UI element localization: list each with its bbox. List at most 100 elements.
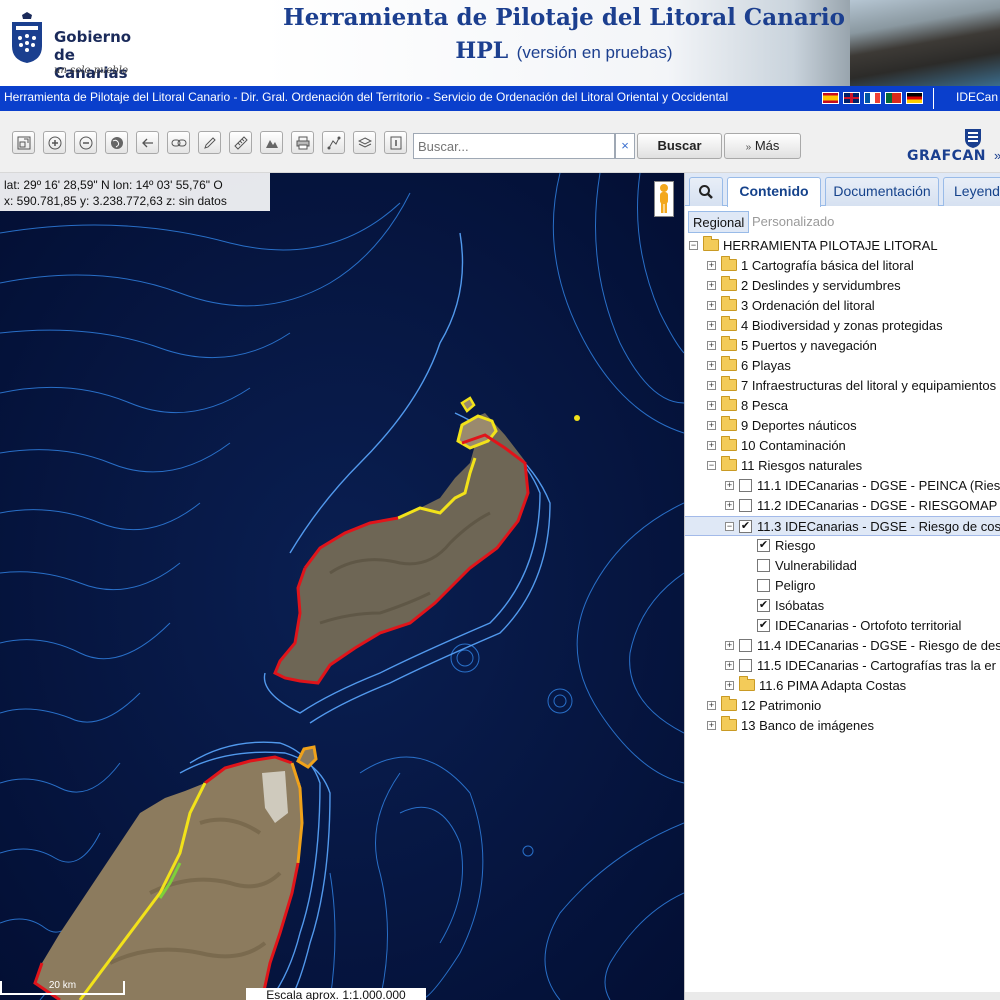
tree-row[interactable]: Vulnerabilidad (685, 556, 1000, 576)
idecanarias-link[interactable]: IDECan (956, 90, 998, 104)
folder-icon (721, 316, 737, 331)
expand-icon[interactable]: + (707, 721, 716, 730)
tree-row-label: 11 Riesgos naturales (741, 458, 863, 473)
layer-checkbox[interactable]: ✔ (757, 539, 770, 552)
pencil-icon[interactable] (198, 131, 221, 154)
subtab-regional[interactable]: Regional (688, 211, 750, 233)
tree-row[interactable]: +3 Ordenación del litoral (685, 296, 1000, 316)
expand-icon[interactable]: + (725, 641, 734, 650)
tree-row-label: Peligro (775, 578, 816, 593)
street-view-pegman-icon[interactable] (654, 181, 674, 217)
tree-row[interactable]: +6 Playas (685, 356, 1000, 376)
tree-row[interactable]: +8 Pesca (685, 396, 1000, 416)
tree-row[interactable]: +7 Infraestructuras del litoral y equipa… (685, 376, 1000, 396)
flag-de-icon[interactable] (906, 92, 923, 104)
tree-row[interactable]: ✔ Isóbatas (685, 596, 1000, 616)
collapse-icon[interactable]: − (725, 522, 734, 531)
tree-row[interactable]: +4 Biodiversidad y zonas protegidas (685, 316, 1000, 336)
search-tab[interactable] (689, 177, 723, 206)
tree-row[interactable]: +5 Puertos y navegación (685, 336, 1000, 356)
expand-icon[interactable]: + (725, 501, 734, 510)
tree-row[interactable]: +11.4 IDECanarias - DGSE - Riesgo de des (685, 636, 1000, 656)
tree-row[interactable]: +10 Contaminación (685, 436, 1000, 456)
tree-row[interactable]: +12 Patrimonio (685, 696, 1000, 716)
expand-icon[interactable]: + (707, 301, 716, 310)
expand-icon[interactable]: + (707, 261, 716, 270)
layer-checkbox[interactable]: ✔ (739, 520, 752, 533)
search-button[interactable]: Buscar (637, 133, 722, 159)
expand-icon[interactable]: + (707, 401, 716, 410)
tree-row[interactable]: +13 Banco de imágenes (685, 716, 1000, 736)
layer-checkbox[interactable]: ✔ (757, 619, 770, 632)
expand-icon[interactable]: + (725, 661, 734, 670)
expand-icon[interactable]: + (707, 441, 716, 450)
zoom-in-icon[interactable] (43, 131, 66, 154)
globe-icon[interactable] (105, 131, 128, 154)
clear-search-button[interactable]: × (615, 133, 635, 159)
expand-icon[interactable]: + (725, 481, 734, 490)
layer-checkbox[interactable] (757, 579, 770, 592)
layer-checkbox[interactable] (757, 559, 770, 572)
flag-es-icon[interactable] (822, 92, 839, 104)
layer-checkbox[interactable] (739, 479, 752, 492)
scale-text: Escala aprox. 1:1.000.000 (246, 988, 426, 1000)
layer-checkbox[interactable] (739, 639, 752, 652)
layer-checkbox[interactable]: ✔ (757, 599, 770, 612)
tree-row[interactable]: Peligro (685, 576, 1000, 596)
tree-row[interactable]: +1 Cartografía básica del litoral (685, 256, 1000, 276)
zoom-out-icon[interactable] (74, 131, 97, 154)
expand-icon[interactable]: + (707, 321, 716, 330)
tree-row[interactable]: +11.1 IDECanarias - DGSE - PEINCA (Riesg… (685, 476, 1000, 496)
tree-row[interactable]: ✔ Riesgo (685, 536, 1000, 556)
layers-icon[interactable] (353, 131, 376, 154)
tree-row[interactable]: +11.6 PIMA Adapta Costas (685, 676, 1000, 696)
zoom-extent-icon[interactable] (12, 131, 35, 154)
print-icon[interactable] (291, 131, 314, 154)
tree-row-label: 9 Deportes náuticos (741, 418, 857, 433)
map-view[interactable]: lat: 29º 16' 28,59" N lon: 14º 03' 55,76… (0, 173, 684, 1000)
layer-checkbox[interactable] (739, 499, 752, 512)
map-canvas[interactable] (0, 173, 684, 1000)
expand-icon[interactable]: + (707, 361, 716, 370)
tree-row-label: 11.6 PIMA Adapta Costas (759, 678, 907, 693)
tab-leyenda[interactable]: Leyenda (943, 177, 1000, 206)
tree-row[interactable]: − HERRAMIENTA PILOTAJE LITORAL (685, 236, 1000, 256)
tree-row[interactable]: − 11 Riesgos naturales (685, 456, 1000, 476)
info-icon[interactable] (384, 131, 407, 154)
search-input[interactable] (413, 133, 615, 159)
gobierno-canarias-logo[interactable]: Gobierno de Canarias un solo pueblo (8, 6, 148, 82)
grafcan-logo[interactable]: GRAFCAN » (904, 124, 1000, 168)
expand-icon[interactable]: + (707, 421, 716, 430)
expand-icon[interactable]: + (725, 681, 734, 690)
folder-icon (721, 416, 737, 431)
route-icon[interactable] (322, 131, 345, 154)
flag-fr-icon[interactable] (864, 92, 881, 104)
tree-row[interactable]: +11.2 IDECanarias - DGSE - RIESGOMAP (685, 496, 1000, 516)
expand-icon[interactable]: + (707, 381, 716, 390)
ruler-icon[interactable] (229, 131, 252, 154)
tree-row[interactable]: ✔ IDECanarias - Ortofoto territorial (685, 616, 1000, 636)
tree-row[interactable]: − ✔ 11.3 IDECanarias - DGSE - Riesgo de co… (685, 516, 1000, 536)
collapse-icon[interactable]: − (689, 241, 698, 250)
flag-pt-icon[interactable] (885, 92, 902, 104)
folder-icon (721, 376, 737, 391)
tab-contenido[interactable]: Contenido (727, 177, 821, 207)
collapse-icon[interactable]: − (707, 461, 716, 470)
tab-documentacion[interactable]: Documentación (825, 177, 939, 206)
flag-gb-icon[interactable] (843, 92, 860, 104)
back-icon[interactable] (136, 131, 159, 154)
subtab-personalizado[interactable]: Personalizado (748, 211, 838, 233)
expand-icon[interactable]: + (707, 341, 716, 350)
expand-icon[interactable]: + (707, 281, 716, 290)
link-icon[interactable] (167, 131, 190, 154)
tree-row-label: 3 Ordenación del litoral (741, 298, 875, 313)
expand-icon[interactable]: + (707, 701, 716, 710)
more-button[interactable]: » Más (724, 133, 801, 159)
chevron-right-icon[interactable]: » (994, 148, 1000, 163)
tree-row[interactable]: +2 Deslindes y servidumbres (685, 276, 1000, 296)
tree-row[interactable]: +11.5 IDECanarias - Cartografías tras la… (685, 656, 1000, 676)
layer-checkbox[interactable] (739, 659, 752, 672)
terrain-icon[interactable] (260, 131, 283, 154)
tree-row[interactable]: +9 Deportes náuticos (685, 416, 1000, 436)
horizontal-scrollbar[interactable] (685, 992, 1000, 1000)
